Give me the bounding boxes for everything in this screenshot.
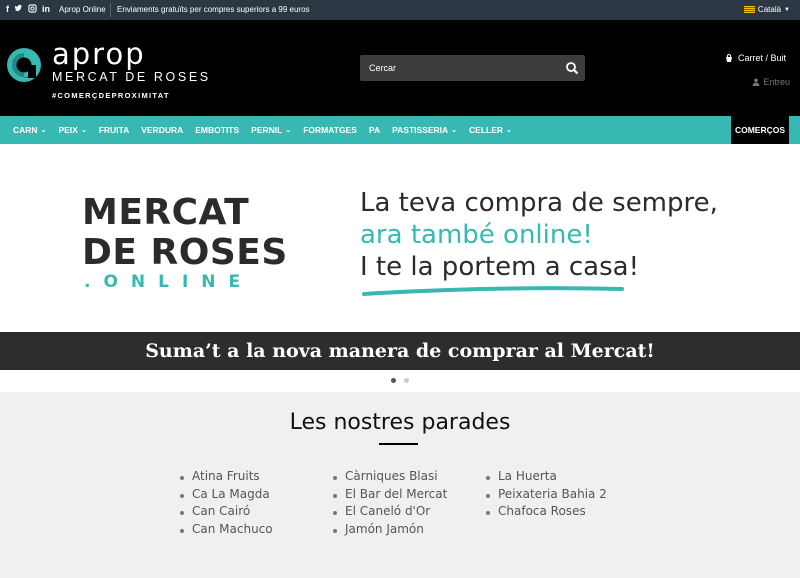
hero-banner[interactable]: MERCAT DE ROSES .ONLINE La teva compra d…: [0, 144, 800, 330]
nav-item-comercos[interactable]: COMERÇOS: [731, 116, 789, 144]
search-box: [360, 55, 585, 81]
cart-button[interactable]: Carret / Buit: [724, 53, 786, 63]
banner-logo-line2: DE ROSES: [82, 232, 288, 273]
nav-item-carn[interactable]: CARN ⌄: [7, 125, 52, 135]
stall-link[interactable]: Càrniques Blasi: [333, 468, 447, 486]
nav-item-pa[interactable]: PA: [363, 125, 386, 135]
brand-tagline: #COMERÇDEPROXIMITAT: [52, 91, 170, 100]
nav-item-peix[interactable]: PEIX ⌄: [52, 125, 92, 135]
nav-list: CARN ⌄ PEIX ⌄ FRUITA VERDURA EMBOTITS PERNIL ⌄ FO…: [7, 116, 518, 144]
search-input[interactable]: [360, 55, 555, 81]
slider-dot-2[interactable]: [404, 378, 409, 383]
nav-item-label: PERNIL: [251, 125, 283, 135]
banner-logo-line1: MERCAT: [82, 192, 250, 233]
site-link[interactable]: Aprop Online: [59, 5, 106, 14]
facebook-icon[interactable]: f: [6, 4, 9, 15]
banner-strip: Suma’t a la nova manera de comprar al Me…: [0, 332, 800, 370]
stalls-title: Les nostres parades: [289, 410, 511, 435]
social-links: f in: [6, 4, 50, 15]
twitter-icon[interactable]: [14, 4, 23, 15]
logo-icon[interactable]: [6, 47, 42, 83]
stall-link[interactable]: Jamón Jamón: [333, 521, 447, 539]
stall-link[interactable]: Peixateria Bahia 2: [486, 486, 607, 504]
banner-logo-line3: .ONLINE: [84, 272, 254, 292]
header: aprop MERCAT DE ROSES #COMERÇDEPROXIMITA…: [0, 20, 800, 116]
stall-link[interactable]: El Bar del Mercat: [333, 486, 447, 504]
banner-tagline-line2: ara també online!: [360, 220, 593, 250]
linkedin-icon[interactable]: in: [42, 4, 50, 15]
chevron-down-icon: ▼: [784, 6, 790, 13]
chevron-down-icon: ⌄: [80, 127, 87, 134]
stall-link[interactable]: Can Machuco: [180, 521, 273, 539]
language-selector[interactable]: Català ▼: [743, 5, 790, 14]
chevron-down-icon: ⌄: [285, 127, 292, 134]
nav-item-label: EMBOTITS: [195, 125, 240, 135]
brand-name[interactable]: aprop: [52, 37, 146, 71]
flag-icon: [743, 6, 755, 13]
nav-item-label: CARN: [13, 125, 38, 135]
chevron-down-icon: ⌄: [506, 127, 512, 134]
login-label: Entreu: [763, 77, 790, 87]
stalls-column-2: Càrniques Blasi El Bar del Mercat El Can…: [333, 468, 447, 539]
banner-tagline-line3: I te la portem a casa!: [360, 252, 640, 282]
chevron-down-icon: ⌄: [40, 127, 47, 134]
nav-item-label: PEIX: [58, 125, 78, 135]
nav-item-pastisseria[interactable]: PASTISSERIA ⌄: [386, 125, 463, 135]
top-bar: f in Aprop Online Enviaments gratuïts pe…: [0, 0, 800, 20]
nav-item-formatges[interactable]: FORMATGES: [297, 125, 363, 135]
stall-link[interactable]: El Caneló d'Or: [333, 503, 447, 521]
login-link[interactable]: Entreu: [752, 77, 790, 87]
nav-item-embotits[interactable]: EMBOTITS: [189, 125, 245, 135]
nav-item-label: FRUITA: [98, 125, 130, 135]
shipping-notice: Enviaments gratuïts per compres superior…: [117, 5, 310, 14]
nav-item-label: FORMATGES: [303, 125, 357, 135]
cart-label: Carret / Buit: [737, 53, 786, 63]
search-icon[interactable]: [565, 61, 579, 75]
nav-item-label: CELLER: [469, 125, 504, 135]
title-underline: [379, 443, 418, 445]
nav-item-verdura[interactable]: VERDURA: [135, 125, 189, 135]
stall-link[interactable]: Atina Fruits: [180, 468, 273, 486]
banner-tagline-line1: La teva compra de sempre,: [360, 188, 718, 218]
user-icon: [752, 78, 760, 86]
stalls-column-3: La Huerta Peixateria Bahia 2 Chafoca Ros…: [486, 468, 607, 521]
banner-underline: [362, 286, 624, 296]
main-nav: CARN ⌄ PEIX ⌄ FRUITA VERDURA EMBOTITS PERNIL ⌄ FO…: [0, 116, 800, 144]
cart-icon: [725, 54, 732, 62]
nav-item-label: PASTISSERIA: [392, 125, 449, 135]
divider: [110, 3, 111, 17]
nav-item-fruita[interactable]: FRUITA: [93, 125, 136, 135]
stall-link[interactable]: Ca La Magda: [180, 486, 273, 504]
stall-link[interactable]: Can Cairó: [180, 503, 273, 521]
slider-dot-1[interactable]: [391, 378, 396, 383]
brand-subtitle: MERCAT DE ROSES: [52, 70, 211, 84]
nav-item-pernil[interactable]: PERNIL ⌄: [245, 125, 297, 135]
stalls-column-1: Atina Fruits Ca La Magda Can Cairó Can M…: [180, 468, 273, 539]
instagram-icon[interactable]: [28, 4, 37, 15]
stall-link[interactable]: Chafoca Roses: [486, 503, 607, 521]
nav-item-label: VERDURA: [141, 125, 184, 135]
stalls-section: Les nostres parades Atina Fruits Ca La M…: [0, 392, 800, 578]
stall-link[interactable]: La Huerta: [486, 468, 607, 486]
nav-item-label: PA: [368, 125, 381, 135]
nav-item-celler[interactable]: CELLER ⌄: [463, 125, 518, 135]
slider-dots: [0, 378, 800, 383]
language-label: Català: [757, 5, 782, 14]
chevron-down-icon: ⌄: [451, 127, 458, 134]
